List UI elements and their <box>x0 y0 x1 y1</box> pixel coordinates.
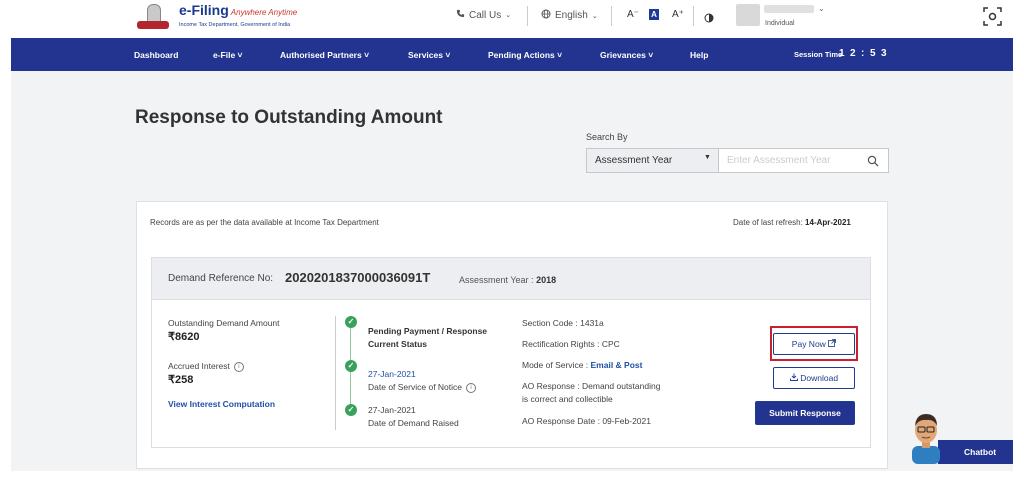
contrast-toggle-icon[interactable] <box>704 10 714 28</box>
call-us-menu[interactable]: Call Us ⌄ <box>456 9 511 21</box>
session-digit: 5 <box>870 48 876 59</box>
session-separator: : <box>861 48 865 59</box>
session-time-label: Session Time <box>794 50 843 59</box>
accrued-label-text: Accrued Interest <box>168 361 230 371</box>
check-icon: ✓ <box>345 404 357 416</box>
font-increase-button[interactable]: A⁺ <box>672 9 684 20</box>
mode-label: Mode of Service : <box>522 360 589 370</box>
session-digit: 2 <box>850 48 856 59</box>
chevron-down-icon: ⌄ <box>591 12 598 20</box>
nav-dashboard[interactable]: Dashboard <box>134 50 178 60</box>
demand-ref-value: 2020201837000036091T <box>285 270 431 285</box>
refresh-date: 14-Apr-2021 <box>805 218 851 227</box>
chatbot-button[interactable]: Chatbot <box>938 440 1013 464</box>
info-icon[interactable]: i <box>233 361 244 372</box>
search-by-value: Assessment Year <box>595 155 673 166</box>
divider <box>527 6 528 26</box>
download-label: Download <box>800 373 839 383</box>
search-icon[interactable] <box>867 154 879 172</box>
accrued-interest-amount: ₹258 <box>168 374 194 386</box>
caret-down-icon: ▼ <box>704 154 711 161</box>
ay-value: 2018 <box>536 275 557 285</box>
scan-icon[interactable] <box>983 7 1002 26</box>
font-default-button[interactable]: A <box>649 9 659 20</box>
mode-of-service: Mode of Service : Email & Post <box>522 360 642 370</box>
ay-label: Assessment Year : <box>459 275 534 285</box>
notice-label: Date of Service of Notice i <box>368 382 477 393</box>
assessment-year: Assessment Year : 2018 <box>459 275 556 285</box>
notice-date: 27-Jan-2021 <box>368 369 416 379</box>
chevron-down-icon[interactable]: ⌄ <box>818 4 825 13</box>
search-placeholder: Enter Assessment Year <box>727 155 831 166</box>
ao-response-line2: is correct and collectible <box>522 394 613 404</box>
page-title: Response to Outstanding Amount <box>135 107 443 128</box>
records-note: Records are as per the data available at… <box>150 218 379 227</box>
pay-now-label: Pay Now <box>791 339 826 349</box>
accrued-interest-label: Accrued Interest i <box>168 361 244 372</box>
user-role: Individual <box>765 20 795 27</box>
raised-label: Date of Demand Raised <box>368 418 459 428</box>
notice-label-text: Date of Service of Notice <box>368 382 463 392</box>
check-icon: ✓ <box>345 316 357 328</box>
logo-tagline: Anywhere Anytime <box>230 8 298 17</box>
emblem-icon <box>136 3 170 31</box>
check-icon: ✓ <box>345 360 357 372</box>
phone-icon <box>456 9 465 21</box>
ao-response-date: AO Response Date : 09-Feb-2021 <box>522 416 651 426</box>
nav-efile[interactable]: e-File ˅ <box>213 50 243 60</box>
rectification-rights: Rectification Rights : CPC <box>522 339 620 349</box>
info-icon[interactable]: i <box>466 382 477 393</box>
column-divider <box>335 316 336 430</box>
ao-response-line1: AO Response : Demand outstanding <box>522 381 661 391</box>
globe-icon <box>541 9 551 22</box>
nav-help[interactable]: Help <box>690 50 708 60</box>
outstanding-label: Outstanding Demand Amount <box>168 318 280 328</box>
mode-value: Email & Post <box>590 360 643 370</box>
nav-services[interactable]: Services ˅ <box>408 50 450 60</box>
download-button[interactable]: Download <box>773 367 855 389</box>
nav-pending-actions[interactable]: Pending Actions ˅ <box>488 50 562 60</box>
outstanding-amount: ₹8620 <box>168 331 200 343</box>
font-decrease-button[interactable]: A⁻ <box>627 9 639 20</box>
chatbot-label: Chatbot <box>964 447 997 457</box>
chatbot-avatar-icon[interactable] <box>906 408 946 464</box>
language-label: English <box>555 10 588 21</box>
section-code: Section Code : 1431a <box>522 318 604 328</box>
search-by-select[interactable]: Assessment Year ▼ <box>586 148 719 173</box>
raised-date: 27-Jan-2021 <box>368 405 416 415</box>
download-icon <box>789 373 798 383</box>
avatar[interactable] <box>736 4 760 26</box>
main-nav: Dashboard e-File ˅ Authorised Partners ˅… <box>11 38 1013 71</box>
nav-grievances[interactable]: Grievances ˅ <box>600 50 653 60</box>
top-bar: e-Filing Anywhere Anytime Income Tax Depa… <box>0 0 1024 38</box>
chevron-down-icon: ⌄ <box>505 12 512 19</box>
search-by-label: Search By <box>586 132 628 142</box>
refresh-label: Date of last refresh: <box>733 218 803 227</box>
logo-title: e-Filing <box>179 2 229 18</box>
divider <box>611 6 612 26</box>
username-redacted <box>764 5 814 13</box>
session-digit: 1 <box>839 48 845 59</box>
submit-response-button[interactable]: Submit Response <box>755 401 855 425</box>
language-menu[interactable]: English ⌄ <box>541 9 598 22</box>
logo-subtitle: Income Tax Department, Government of Ind… <box>179 22 291 28</box>
divider <box>693 6 694 26</box>
external-link-icon <box>828 339 837 349</box>
call-us-label: Call Us <box>469 9 502 21</box>
status-subtitle: Current Status <box>368 339 428 349</box>
last-refresh: Date of last refresh: 14-Apr-2021 <box>733 218 851 227</box>
search-input[interactable]: Enter Assessment Year <box>719 148 889 173</box>
demand-ref-label: Demand Reference No: <box>168 273 274 284</box>
session-digit: 3 <box>881 48 887 59</box>
nav-authorised-partners[interactable]: Authorised Partners ˅ <box>280 50 369 60</box>
pay-now-button[interactable]: Pay Now <box>773 333 855 355</box>
view-interest-link[interactable]: View Interest Computation <box>168 399 275 409</box>
efiling-logo[interactable]: e-Filing Anywhere Anytime Income Tax Depa… <box>136 3 297 31</box>
status-title: Pending Payment / Response <box>368 326 488 336</box>
